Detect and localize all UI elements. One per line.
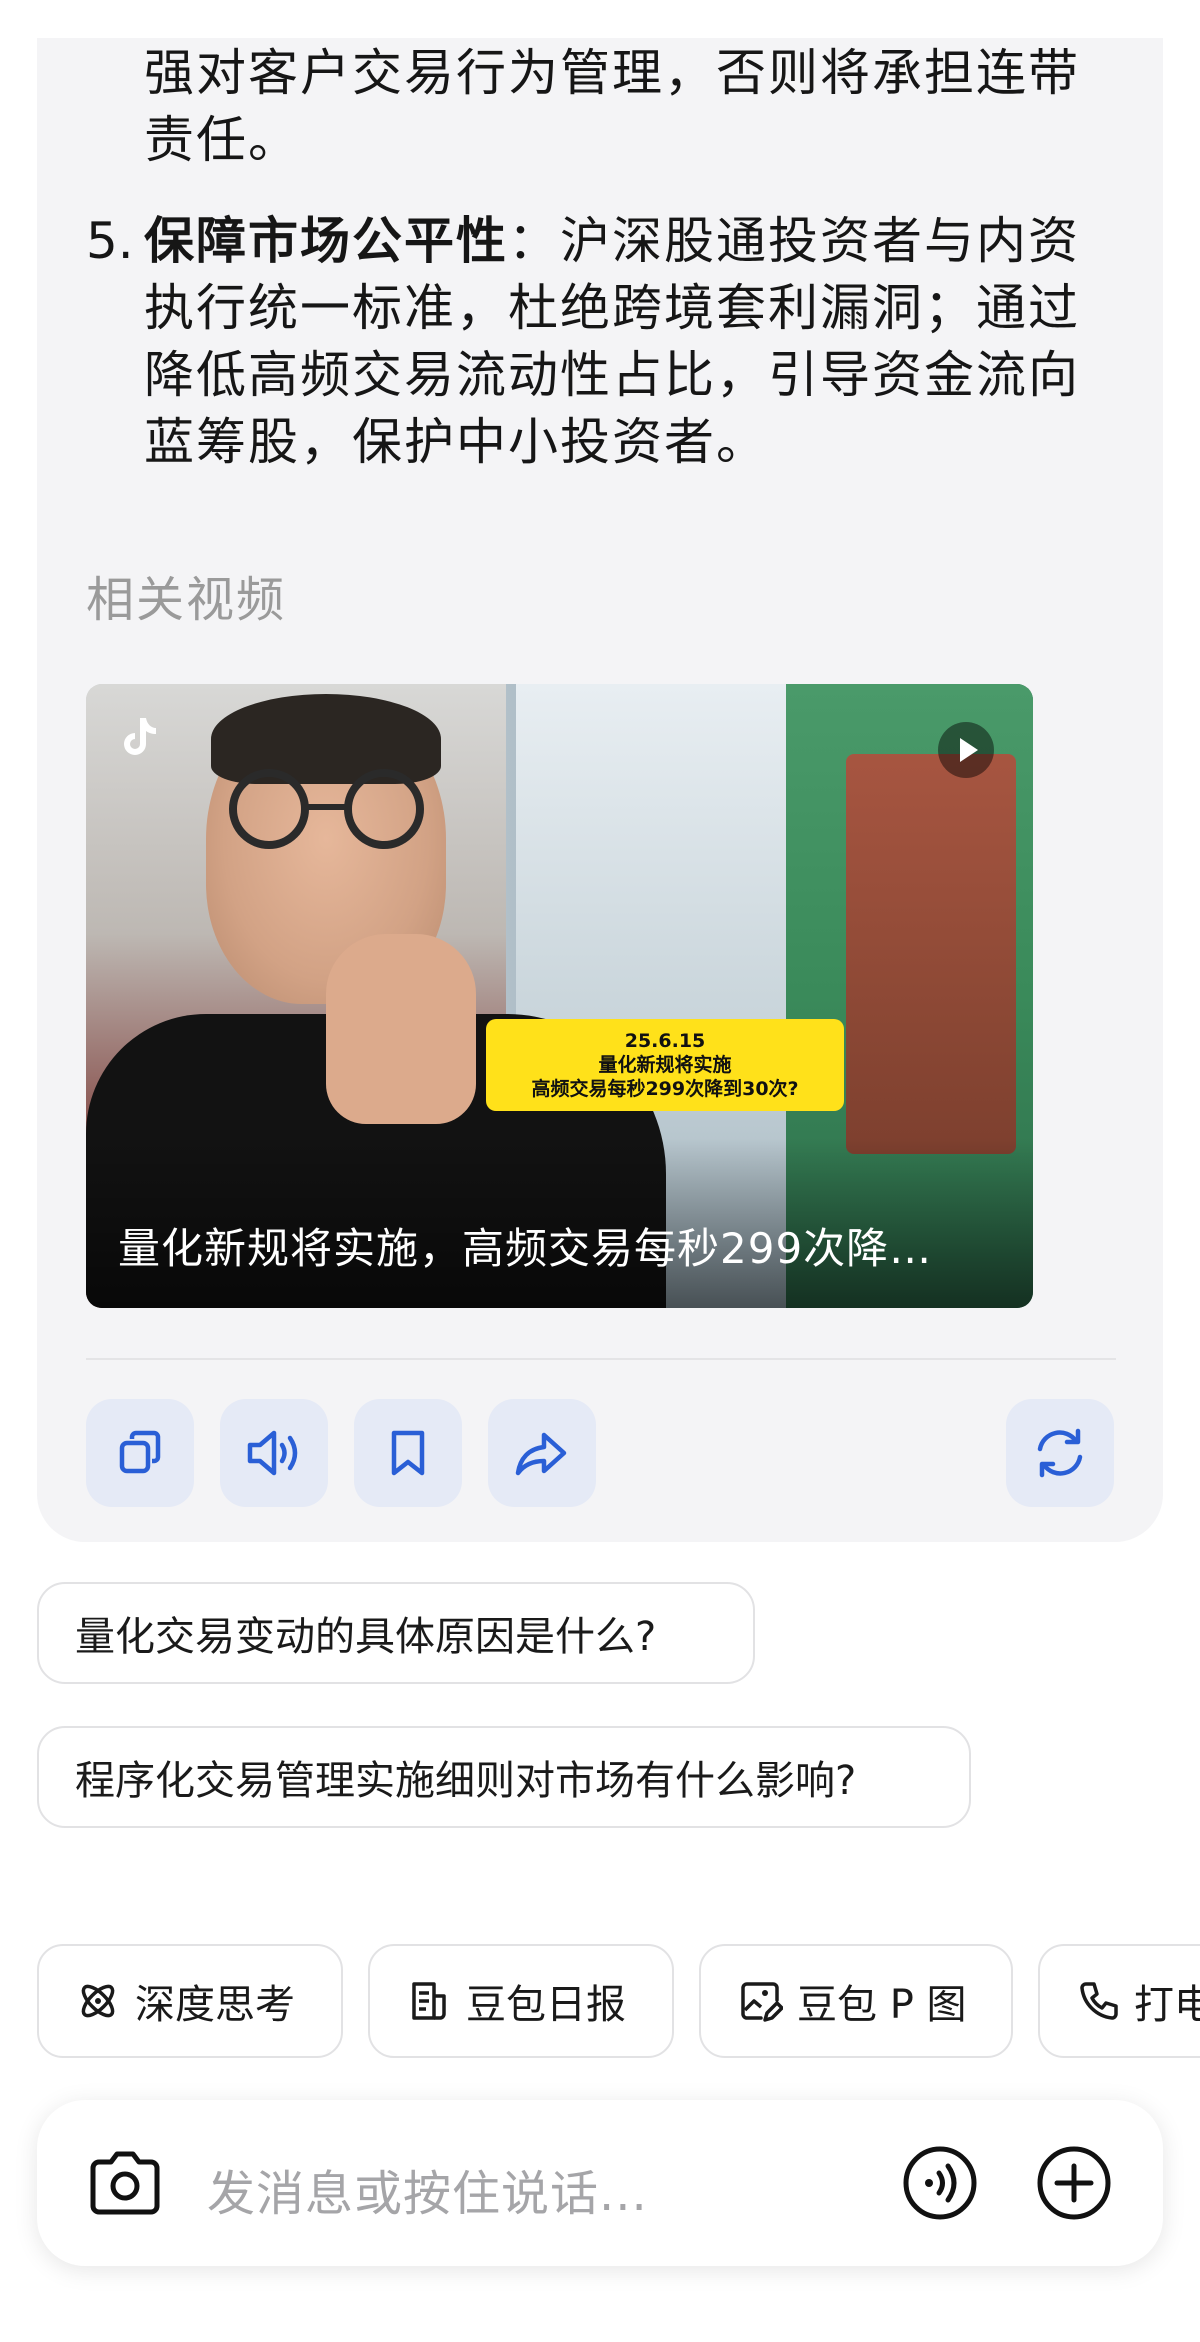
answer-text-line: 强对客户交易行为管理，否则将承担连带 <box>144 44 1080 102</box>
chip-phone-call[interactable]: 打电 <box>1038 1944 1200 2058</box>
chip-deep-thinking[interactable]: 深度思考 <box>37 1944 343 2058</box>
share-icon <box>515 1432 567 1476</box>
video-background-pagoda <box>846 754 1016 1154</box>
video-overlay-line: 量化新规将实施 <box>598 1054 732 1076</box>
suggestion-item[interactable]: 程序化交易管理实施细则对市场有什么影响? <box>37 1726 971 1828</box>
related-videos-heading: 相关视频 <box>86 572 287 628</box>
document-icon <box>412 1982 446 2020</box>
regenerate-icon <box>1037 1428 1083 1478</box>
divider <box>86 1358 1116 1360</box>
message-input-bar: 发消息或按住说话... <box>37 2100 1163 2266</box>
status-area <box>0 0 1200 40</box>
chip-label: 深度思考 <box>135 1982 295 2028</box>
regenerate-button[interactable] <box>1006 1399 1114 1507</box>
chip-label: 打电 <box>1134 1982 1200 2028</box>
read-aloud-button[interactable] <box>220 1399 328 1507</box>
copy-icon <box>119 1430 161 1474</box>
video-person-glasses <box>229 769 424 849</box>
list-item-title: 保障市场公平性 <box>144 212 508 270</box>
list-item-first-line: 保障市场公平性：沪深股通投资者与内资 <box>144 208 1080 275</box>
chip-photo-edit[interactable]: 豆包 P 图 <box>699 1944 1013 2058</box>
video-card[interactable]: 25.6.15 量化新规将实施 高频交易每秒299次降到30次? 量化新规将实施… <box>86 684 1033 1308</box>
list-number: 5. <box>86 212 134 270</box>
camera-icon[interactable] <box>87 2150 163 2216</box>
video-person-hand <box>326 934 476 1124</box>
speaker-icon <box>247 1430 298 1476</box>
video-overlay-tag: 25.6.15 量化新规将实施 高频交易每秒299次降到30次? <box>486 1019 844 1111</box>
atom-icon <box>81 1984 115 2018</box>
play-icon[interactable] <box>936 720 996 780</box>
message-input[interactable]: 发消息或按住说话... <box>207 2154 648 2224</box>
voice-input-icon[interactable] <box>901 2144 979 2222</box>
bookmark-icon <box>391 1430 425 1476</box>
tiktok-icon <box>124 718 156 755</box>
chip-label: 豆包 P 图 <box>797 1982 967 2028</box>
suggestion-item[interactable]: 量化交易变动的具体原因是什么? <box>37 1582 755 1684</box>
video-overlay-line: 高频交易每秒299次降到30次? <box>531 1078 799 1100</box>
phone-icon <box>1080 1982 1118 2020</box>
video-overlay-line: 25.6.15 <box>624 1030 706 1052</box>
answer-text-line: 降低高频交易流动性占比，引导资金流向 <box>144 346 1080 404</box>
plus-icon[interactable] <box>1035 2144 1113 2222</box>
image-edit-icon <box>741 1982 783 2022</box>
chip-label: 豆包日报 <box>466 1982 626 2028</box>
copy-button[interactable] <box>86 1399 194 1507</box>
answer-text-line: 执行统一标准，杜绝跨境套利漏洞；通过 <box>144 279 1080 337</box>
answer-text-line: 责任。 <box>144 111 300 169</box>
list-item-text: ：沪深股通投资者与内资 <box>508 212 1080 270</box>
video-caption: 量化新规将实施，高频交易每秒299次降… <box>118 1224 933 1273</box>
answer-text-line: 蓝筹股，保护中小投资者。 <box>144 413 768 471</box>
bookmark-button[interactable] <box>354 1399 462 1507</box>
chip-daily-report[interactable]: 豆包日报 <box>368 1944 674 2058</box>
share-button[interactable] <box>488 1399 596 1507</box>
